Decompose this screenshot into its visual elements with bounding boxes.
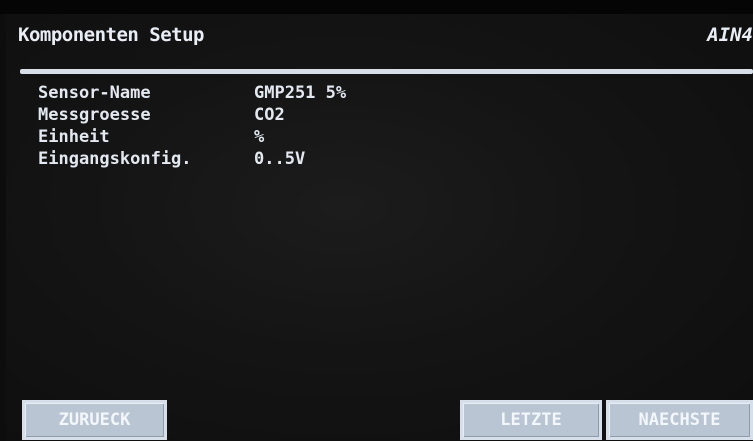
last-button[interactable]: LETZTE: [460, 400, 602, 440]
param-value: 0..5V: [254, 149, 306, 169]
param-label: Einheit: [38, 127, 110, 147]
header-divider: [20, 69, 753, 74]
param-value: CO2: [254, 105, 285, 125]
param-value: %: [254, 127, 265, 147]
parameter-list: Sensor-Name GMP251 5% Messgroesse CO2 Ei…: [38, 82, 346, 170]
param-row-unit: Einheit %: [38, 126, 346, 148]
param-row-sensor-name: Sensor-Name GMP251 5%: [38, 82, 346, 104]
page-title: Komponenten Setup: [18, 24, 204, 46]
back-button[interactable]: ZURUECK: [22, 400, 167, 440]
param-label: Sensor-Name: [38, 83, 151, 103]
param-row-input-config: Eingangskonfig. 0..5V: [38, 148, 346, 170]
channel-label: AIN4: [707, 24, 753, 46]
param-value: GMP251 5%: [254, 83, 347, 103]
next-button[interactable]: NAECHSTE: [606, 400, 753, 440]
param-row-measurand: Messgroesse CO2: [38, 104, 346, 126]
display-screen: Komponenten Setup AIN4 Sensor-Name GMP25…: [6, 14, 753, 441]
device-bezel: [0, 0, 753, 14]
param-label: Eingangskonfig.: [38, 149, 192, 169]
param-label: Messgroesse: [38, 105, 151, 125]
